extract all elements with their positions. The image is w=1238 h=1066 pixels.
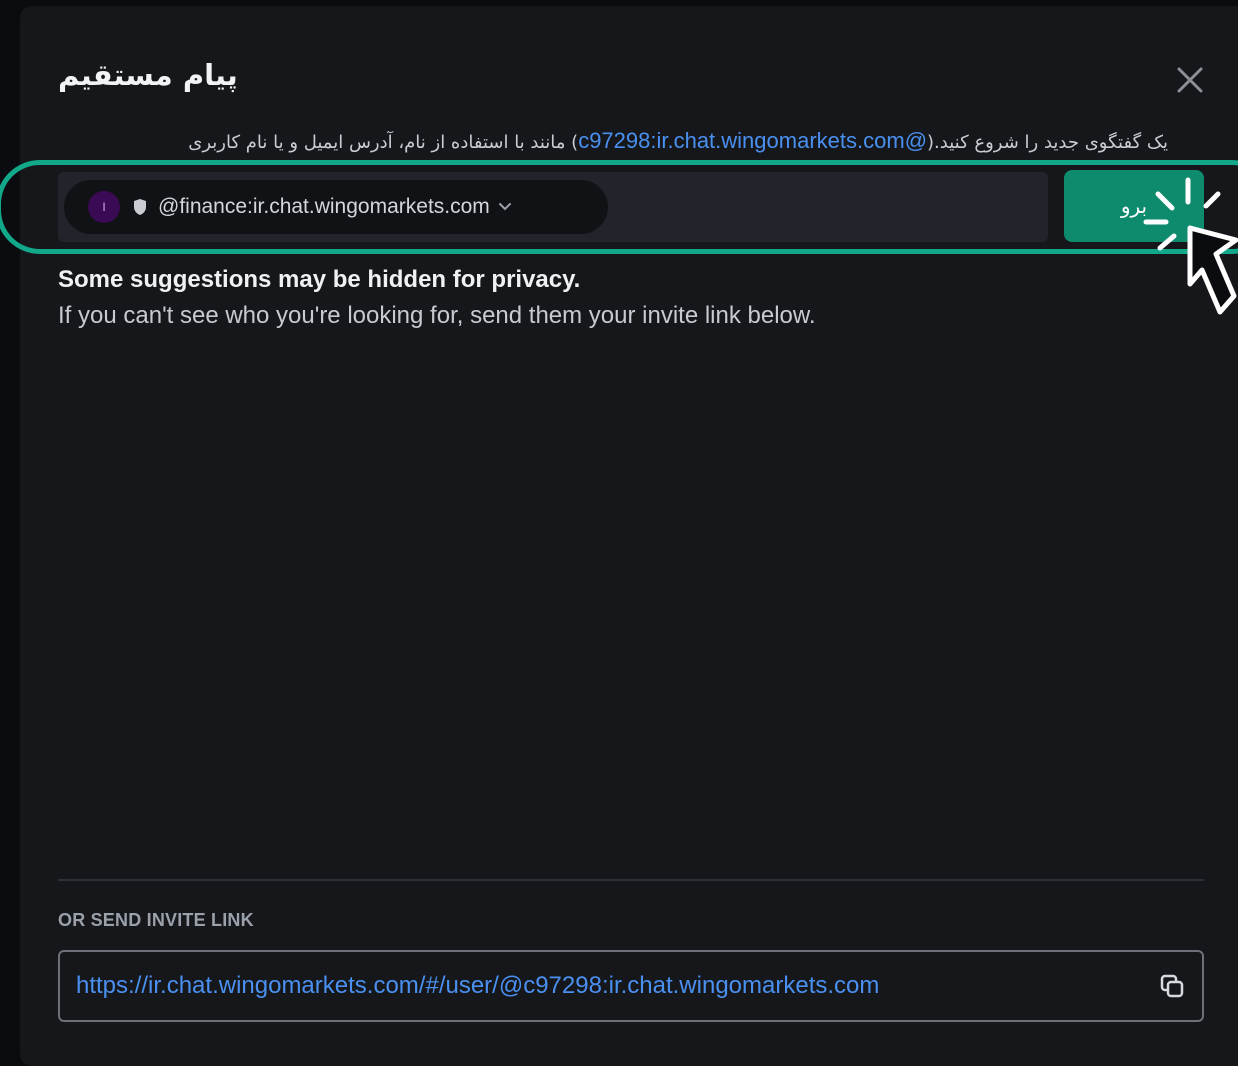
direct-message-dialog: پیام مستقیم یک گفتگوی جدید را شروع کنید.… xyxy=(20,6,1238,1066)
invite-link[interactable]: https://ir.chat.wingomarkets.com/#/user/… xyxy=(76,972,879,1000)
user-search-input[interactable]: ا @finance:ir.chat.wingomarkets.com xyxy=(58,172,1048,242)
privacy-notice: Some suggestions may be hidden for priva… xyxy=(58,266,581,293)
go-button[interactable]: برو xyxy=(1064,170,1204,242)
shield-icon xyxy=(132,198,148,216)
subtitle-text: یک گفتگوی جدید را شروع کنید.( xyxy=(927,132,1168,153)
copy-button[interactable] xyxy=(1158,972,1186,1000)
copy-icon xyxy=(1160,974,1184,998)
dialog-title: پیام مستقیم xyxy=(58,58,238,92)
selected-user-pill[interactable]: ا @finance:ir.chat.wingomarkets.com xyxy=(64,180,608,234)
subtitle-user-link[interactable]: @c97298:ir.chat.wingomarkets.com xyxy=(578,128,927,153)
subtitle-text-after: ) مانند با استفاده از نام، آدرس ایمیل و … xyxy=(188,132,579,153)
close-button[interactable] xyxy=(1172,62,1208,98)
invite-section-label: OR SEND INVITE LINK xyxy=(58,910,254,930)
selected-user-id: @finance:ir.chat.wingomarkets.com xyxy=(158,195,490,218)
divider xyxy=(58,879,1204,881)
invite-hint: If you can't see who you're looking for,… xyxy=(58,302,816,329)
dialog-subtitle: یک گفتگوی جدید را شروع کنید.(@c97298:ir.… xyxy=(58,128,1168,154)
close-icon xyxy=(1177,67,1203,93)
avatar: ا xyxy=(88,191,120,223)
chevron-down-icon[interactable] xyxy=(498,202,512,212)
invite-link-box: https://ir.chat.wingomarkets.com/#/user/… xyxy=(58,950,1204,1022)
